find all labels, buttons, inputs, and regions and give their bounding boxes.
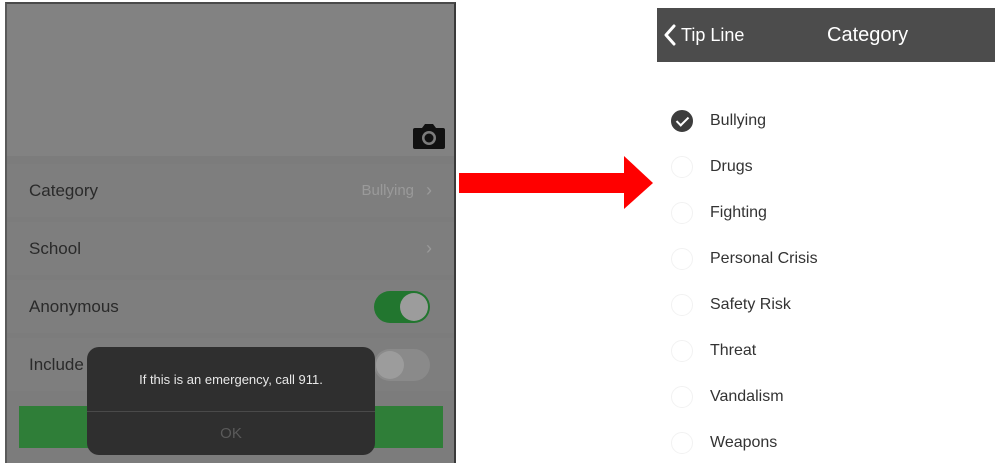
include-toggle[interactable]	[374, 348, 430, 381]
anonymous-label: Anonymous	[29, 296, 119, 316]
option-label: Weapons	[710, 434, 778, 451]
category-option-bullying[interactable]: Bullying	[657, 98, 995, 144]
alert-message: If this is an emergency, call 911.	[139, 371, 323, 387]
tip-form-screen: Category Bullying › School › Anonymous I…	[5, 2, 456, 463]
option-label: Personal Crisis	[710, 250, 818, 267]
screenshot-composite: Category Bullying › School › Anonymous I…	[0, 0, 995, 465]
category-row[interactable]: Category Bullying ›	[7, 164, 454, 217]
category-option-personal-crisis[interactable]: Personal Crisis	[657, 236, 995, 282]
nav-bar: Tip Line Category	[657, 8, 995, 62]
anonymous-row: Anonymous	[7, 280, 454, 333]
option-label: Safety Risk	[710, 296, 791, 313]
emergency-alert-dialog: If this is an emergency, call 911. OK	[87, 347, 375, 455]
radio-icon	[671, 340, 693, 362]
category-option-drugs[interactable]: Drugs	[657, 144, 995, 190]
school-row[interactable]: School ›	[7, 222, 454, 275]
chevron-right-icon: ›	[426, 180, 432, 200]
radio-icon	[671, 294, 693, 316]
option-label: Bullying	[710, 112, 767, 129]
category-list: Bullying Drugs Fighting Personal Crisis …	[657, 98, 995, 465]
category-option-fighting[interactable]: Fighting	[657, 190, 995, 236]
category-option-weapons[interactable]: Weapons	[657, 420, 995, 465]
chevron-left-icon	[664, 24, 676, 46]
radio-icon	[671, 202, 693, 224]
include-label: Include	[29, 354, 84, 374]
category-value: Bullying	[361, 182, 414, 199]
school-label: School	[29, 238, 81, 258]
anonymous-toggle[interactable]	[374, 290, 430, 323]
option-label: Drugs	[710, 158, 753, 175]
toggle-knob	[376, 350, 404, 379]
radio-icon	[671, 248, 693, 270]
category-label: Category	[29, 180, 98, 200]
chevron-right-icon: ›	[426, 238, 432, 258]
back-label: Tip Line	[681, 24, 745, 45]
category-option-safety-risk[interactable]: Safety Risk	[657, 282, 995, 328]
radio-icon	[671, 156, 693, 178]
option-label: Threat	[710, 342, 757, 359]
checkmark-icon	[671, 110, 693, 132]
page-title: Category	[827, 23, 909, 46]
alert-ok-button[interactable]: OK	[87, 412, 375, 455]
back-button[interactable]: Tip Line	[663, 8, 744, 62]
option-label: Fighting	[710, 204, 767, 221]
radio-icon	[671, 432, 693, 454]
toggle-knob	[400, 292, 428, 321]
photo-attachment-area[interactable]	[7, 4, 454, 156]
camera-icon[interactable]	[412, 122, 446, 150]
radio-icon	[671, 386, 693, 408]
option-label: Vandalism	[710, 388, 784, 405]
category-picker-screen: Tip Line Category Bullying Drugs Fightin…	[657, 8, 995, 465]
category-option-threat[interactable]: Threat	[657, 328, 995, 374]
right-arrow-icon	[459, 156, 653, 209]
category-option-vandalism[interactable]: Vandalism	[657, 374, 995, 420]
